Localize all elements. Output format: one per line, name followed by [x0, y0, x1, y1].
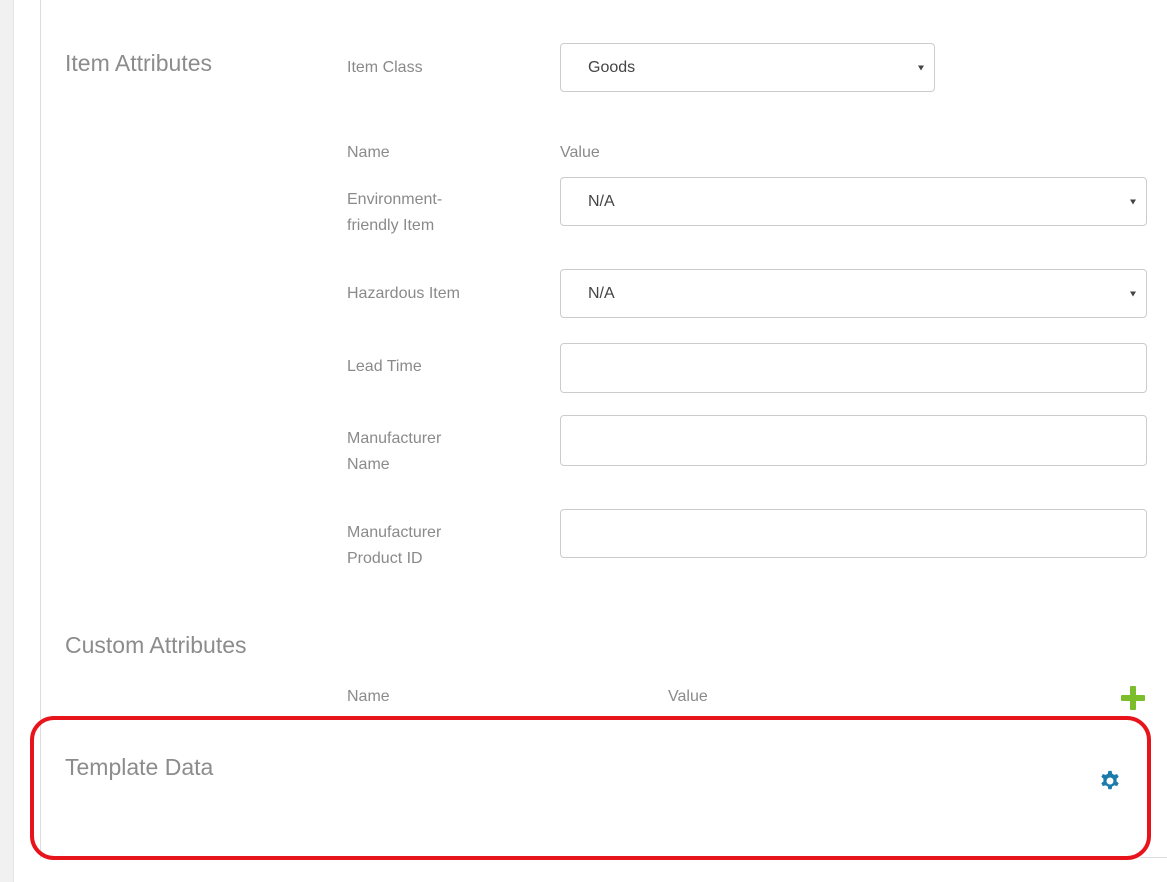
- chevron-down-icon: [1130, 291, 1136, 296]
- manufacturer-name-label: Manufacturer Name: [347, 426, 517, 478]
- item-class-select[interactable]: Goods: [560, 43, 935, 92]
- manufacturer-product-id-label: Manufacturer Product ID: [347, 520, 517, 572]
- chevron-down-icon: [1130, 199, 1136, 204]
- hazardous-item-select[interactable]: N/A: [560, 269, 1147, 318]
- template-data-title: Template Data: [65, 754, 214, 780]
- item-class-label: Item Class: [347, 59, 423, 76]
- label-line: friendly Item: [347, 217, 435, 234]
- manufacturer-product-id-input[interactable]: [560, 509, 1147, 558]
- left-rail: [0, 0, 14, 882]
- chevron-down-icon: [918, 65, 924, 70]
- panel-border: [40, 0, 41, 858]
- bottom-rule: [1140, 857, 1167, 858]
- label-line: Name: [347, 456, 390, 473]
- label-line: Environment-: [347, 191, 443, 208]
- custom-attributes-title: Custom Attributes: [65, 632, 247, 658]
- name-column-header: Name: [347, 144, 390, 161]
- custom-value-column-header: Value: [668, 688, 708, 705]
- environment-friendly-label: Environment- friendly Item: [347, 187, 517, 239]
- label-line: Manufacturer: [347, 430, 442, 447]
- item-class-value: Goods: [588, 58, 636, 76]
- manufacturer-name-input[interactable]: [560, 415, 1147, 466]
- custom-name-column-header: Name: [347, 688, 390, 705]
- lead-time-label: Lead Time: [347, 358, 422, 375]
- hazardous-item-value: N/A: [588, 284, 615, 302]
- environment-friendly-value: N/A: [588, 192, 615, 210]
- highlight-annotation: [30, 716, 1151, 860]
- item-attributes-title: Item Attributes: [65, 50, 213, 76]
- environment-friendly-select[interactable]: N/A: [560, 177, 1147, 226]
- lead-time-input[interactable]: [560, 343, 1147, 393]
- gear-icon[interactable]: [1099, 770, 1121, 792]
- label-line: Manufacturer: [347, 524, 442, 541]
- value-column-header: Value: [560, 144, 600, 161]
- page: Item Attributes Item Class Goods Name Va…: [0, 0, 1167, 882]
- hazardous-item-label: Hazardous Item: [347, 285, 460, 302]
- plus-icon[interactable]: [1121, 686, 1145, 710]
- label-line: Product ID: [347, 550, 423, 567]
